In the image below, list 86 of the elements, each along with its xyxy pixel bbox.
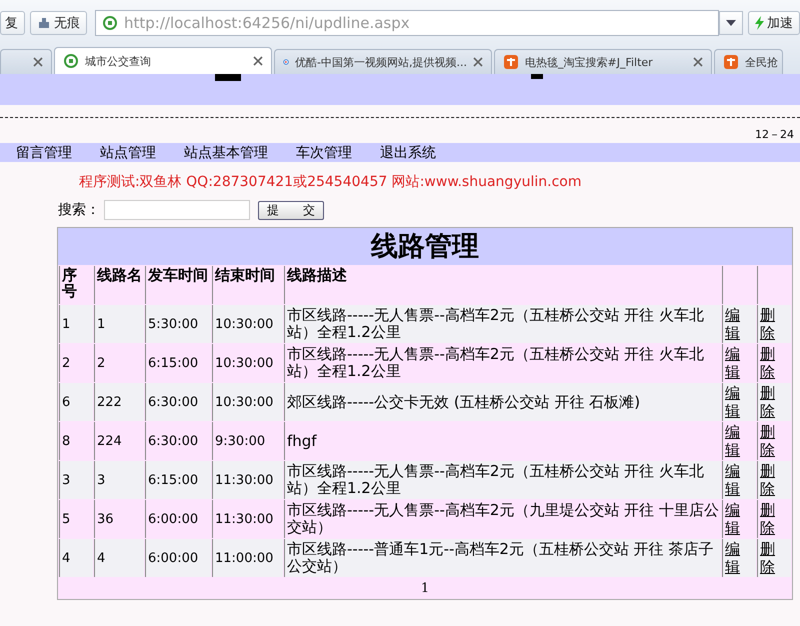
table-cell: 11:00:00 [215, 550, 274, 566]
submit-button[interactable]: 提 交 [258, 200, 324, 220]
table-cell: 市区线路-----普通车1元--高档车2元（五桂桥公交站 开往 茶店子公交站） [287, 540, 714, 575]
shop-icon [723, 54, 739, 70]
edit-link[interactable]: 编辑 [725, 501, 740, 537]
table-cell: 11:30:00 [215, 472, 274, 488]
page-icon [102, 15, 118, 31]
table-cell: 5:30:00 [148, 316, 198, 332]
shop-icon [503, 54, 519, 70]
column-header: 结束时间 [212, 266, 283, 304]
page-link[interactable]: 1 [420, 580, 430, 596]
browser-tab[interactable]: 全民抢 [714, 49, 783, 74]
table-cell: 6:30:00 [148, 394, 198, 410]
caret-icon [726, 20, 736, 26]
table-cell: 222 [97, 394, 122, 410]
column-header: 线路名 [94, 266, 144, 304]
table-title: 线路管理 [58, 228, 792, 265]
table-cell: 10:30:00 [215, 316, 274, 332]
table-cell: 6 [62, 394, 70, 410]
column-header: 发车时间 [145, 266, 211, 304]
table-cell: 10:30:00 [215, 356, 274, 370]
dropdown-button[interactable] [719, 11, 743, 35]
table-cell: 11:30:00 [215, 512, 274, 526]
table-cell: 6:00:00 [148, 512, 198, 526]
private-button[interactable]: 无痕 [30, 11, 87, 35]
table-cell: 1 [62, 316, 70, 332]
edit-link[interactable]: 编辑 [725, 462, 740, 498]
broom-icon [37, 16, 51, 30]
table-cell: 2 [97, 356, 106, 370]
browser-tab[interactable] [0, 49, 52, 74]
table-cell: 6:15:00 [148, 472, 198, 488]
table-cell: 2 [62, 356, 70, 370]
table-cell: 3 [62, 472, 70, 488]
close-icon[interactable] [33, 57, 43, 67]
table-cell: 10:30:00 [215, 394, 274, 410]
edit-link[interactable]: 编辑 [725, 423, 740, 459]
table-cell: 4 [97, 550, 106, 566]
nav-link[interactable]: 留言管理 [16, 144, 72, 162]
delete-link[interactable]: 删除 [760, 540, 775, 576]
delete-link[interactable]: 删除 [760, 345, 775, 381]
table-cell: 4 [62, 550, 70, 566]
delete-link[interactable]: 删除 [760, 306, 775, 342]
table-cell: 224 [97, 434, 122, 448]
column-header: 线路描述 [284, 266, 721, 304]
date-text: 12－24 [755, 126, 794, 142]
table-cell: 市区线路-----无人售票--高档车2元（五桂桥公交站 开往 火车北站）全程1.2公里 [287, 462, 704, 497]
table-cell: fhgf [287, 432, 317, 450]
page-icon [63, 53, 79, 69]
close-icon[interactable] [253, 56, 263, 66]
close-icon[interactable] [473, 57, 483, 67]
table-cell: 郊区线路-----公交卡无效 (五桂桥公交站 开往 石板滩) [287, 392, 640, 410]
table-cell: 市区线路-----无人售票--高档车2元（五桂桥公交站 开往 火车北站）全程1.2公里 [287, 306, 704, 341]
table-cell: 3 [97, 472, 106, 488]
browser-tab[interactable]: 优酷-中国第一视频网站,提供视频... [274, 49, 492, 74]
restore-button[interactable]: 复 [0, 11, 25, 35]
close-icon[interactable] [693, 57, 703, 67]
edit-link[interactable]: 编辑 [725, 345, 740, 381]
nav-link[interactable]: 车次管理 [296, 144, 352, 162]
delete-link[interactable]: 删除 [760, 462, 775, 498]
table-cell: 9:30:00 [215, 434, 266, 448]
delete-link[interactable]: 删除 [760, 501, 775, 537]
table-cell: 8 [62, 434, 70, 448]
browser-tab[interactable]: 城市公交查询 [54, 47, 272, 74]
edit-link[interactable]: 编辑 [725, 384, 740, 420]
edit-link[interactable]: 编辑 [725, 540, 740, 576]
table-cell: 6:00:00 [148, 550, 198, 566]
table-cell: 1 [97, 316, 106, 332]
edit-link[interactable]: 编辑 [725, 306, 740, 342]
table-cell: 6:30:00 [148, 434, 198, 448]
table-cell: 36 [97, 512, 114, 526]
table-cell: 6:15:00 [148, 356, 198, 370]
column-header: 序号 [59, 266, 93, 304]
speedup-button[interactable]: 加速 [748, 11, 800, 35]
browser-tab[interactable]: 电热毯_淘宝搜索#J_Filter [494, 49, 712, 74]
nav-link[interactable]: 站点管理 [100, 144, 156, 162]
search-field[interactable] [104, 200, 250, 220]
table-cell: 5 [62, 512, 70, 526]
delete-link[interactable]: 删除 [760, 384, 775, 420]
notice-text: 程序测试:双鱼林 QQ:287307421或254540457 网站:www.shuangyulin.com [78, 173, 582, 191]
table-cell: 市区线路-----无人售票--高档车2元（九里堤公交站 开往 十里店公交站） [287, 501, 719, 536]
delete-link[interactable]: 删除 [760, 423, 775, 459]
table-cell: 市区线路-----无人售票--高档车2元（五桂桥公交站 开往 火车北站）全程1.2公里 [287, 345, 704, 380]
search-label: 搜索： [58, 201, 100, 219]
nav-link[interactable]: 站点基本管理 [184, 144, 268, 162]
lightning-icon [755, 16, 764, 30]
nav-link[interactable]: 退出系统 [380, 144, 436, 162]
